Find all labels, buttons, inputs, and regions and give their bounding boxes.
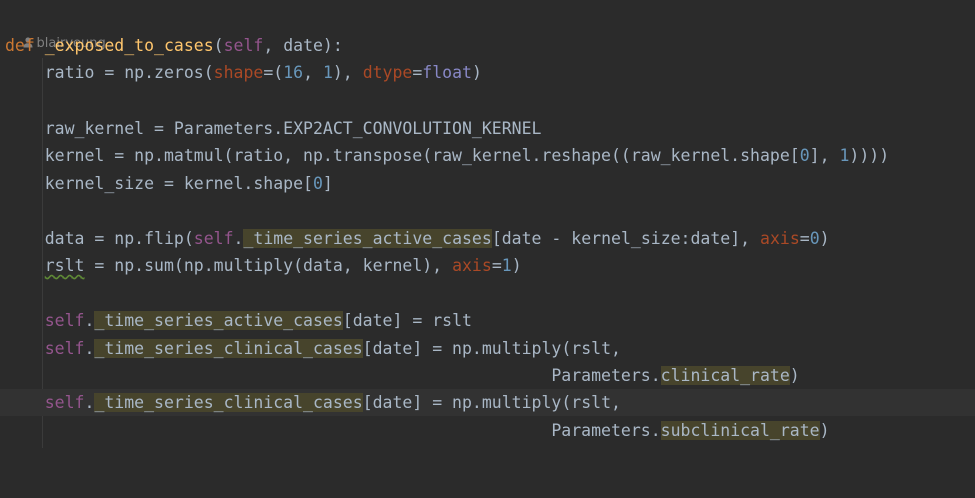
code-text: kernel = np.matmul(ratio, np.transpose(r… <box>44 146 800 165</box>
code-text: ) <box>789 366 800 385</box>
code-text: kernel_size = kernel.shape[ <box>44 174 313 193</box>
code-text: data = np.flip( <box>44 229 194 248</box>
kwarg-axis: axis <box>760 229 800 248</box>
number-literal: 16 <box>283 63 304 82</box>
keyword-def: def <box>5 36 35 55</box>
code-text: ] <box>322 174 333 193</box>
code-text: Parameters. <box>551 366 661 385</box>
self-reference: self <box>44 311 85 330</box>
code-text: ) <box>471 63 482 82</box>
code-text: [date - kernel_size:date], <box>491 229 761 248</box>
code-text: )))) <box>849 146 890 165</box>
code-line-11[interactable]: self._time_series_active_cases[date] = r… <box>0 307 975 334</box>
self-param: self <box>223 36 264 55</box>
code-line-15[interactable]: Parameters.subclinical_rate) <box>0 417 975 444</box>
code-text: . <box>233 229 244 248</box>
code-text: =( <box>263 63 284 82</box>
code-text: . <box>84 339 95 358</box>
number-literal: 0 <box>809 229 820 248</box>
code-text: ) <box>819 229 830 248</box>
code-text: raw_kernel = Parameters.EXP2ACT_CONVOLUT… <box>44 119 542 138</box>
code-text: . <box>84 393 95 412</box>
code-editor[interactable]: blairyeung def _exposed_to_cases(self, d… <box>0 0 975 448</box>
code-line-1[interactable]: def _exposed_to_cases(self, date): <box>0 32 975 59</box>
code-line-6[interactable]: kernel_size = kernel.shape[0] <box>0 170 975 197</box>
self-reference: self <box>44 393 85 412</box>
code-text: ) <box>819 421 830 440</box>
number-literal: 1 <box>322 63 333 82</box>
code-text: , <box>303 63 323 82</box>
code-text: [date] = np.multiply(rslt, <box>362 339 621 358</box>
code-line-5[interactable]: kernel = np.matmul(ratio, np.transpose(r… <box>0 142 975 169</box>
number-literal: 1 <box>839 146 850 165</box>
highlighted-attribute: _time_series_clinical_cases <box>94 393 363 412</box>
highlighted-attribute: subclinical_rate <box>660 421 820 440</box>
kwarg-dtype: dtype <box>362 63 413 82</box>
highlighted-attribute: _time_series_active_cases <box>243 229 492 248</box>
function-name: _exposed_to_cases <box>44 36 214 55</box>
author-annotation[interactable]: blairyeung <box>6 5 975 51</box>
code-text: = <box>799 229 810 248</box>
code-text: Parameters. <box>551 421 661 440</box>
builtin-float: float <box>422 63 472 82</box>
code-text: . <box>84 311 95 330</box>
code-text: ), <box>332 63 363 82</box>
code-line-14-current[interactable]: self._time_series_clinical_cases[date] =… <box>0 389 975 416</box>
paren: ( <box>213 36 224 55</box>
code-line-9[interactable]: rslt = np.sum(np.multiply(data, kernel),… <box>0 252 975 279</box>
highlighted-attribute: _time_series_clinical_cases <box>94 339 363 358</box>
code-line-2[interactable]: ratio = np.zeros(shape=(16, 1), dtype=fl… <box>0 59 975 86</box>
code-text: ratio = np.zeros( <box>44 63 214 82</box>
code-text: ) <box>511 256 522 275</box>
code-line-12[interactable]: self._time_series_clinical_cases[date] =… <box>0 335 975 362</box>
kwarg-shape: shape <box>213 63 264 82</box>
code-text: ], <box>809 146 840 165</box>
code-text: = np.sum(np.multiply(data, kernel), <box>84 256 453 275</box>
params-rest: , date): <box>263 36 343 55</box>
code-text: [date] = rslt <box>342 311 472 330</box>
self-reference: self <box>44 339 85 358</box>
highlighted-attribute: clinical_rate <box>660 366 790 385</box>
code-text: [date] = np.multiply(rslt, <box>362 393 621 412</box>
number-literal: 0 <box>799 146 810 165</box>
warning-variable: rslt <box>44 256 85 275</box>
number-literal: 1 <box>501 256 512 275</box>
code-text: = <box>412 63 423 82</box>
self-reference: self <box>193 229 234 248</box>
code-line-4[interactable]: raw_kernel = Parameters.EXP2ACT_CONVOLUT… <box>0 115 975 142</box>
highlighted-attribute: _time_series_active_cases <box>94 311 343 330</box>
kwarg-axis: axis <box>452 256 492 275</box>
code-line-13[interactable]: Parameters.clinical_rate) <box>0 362 975 389</box>
code-line-8[interactable]: data = np.flip(self._time_series_active_… <box>0 225 975 252</box>
number-literal: 0 <box>312 174 323 193</box>
code-text: = <box>491 256 502 275</box>
